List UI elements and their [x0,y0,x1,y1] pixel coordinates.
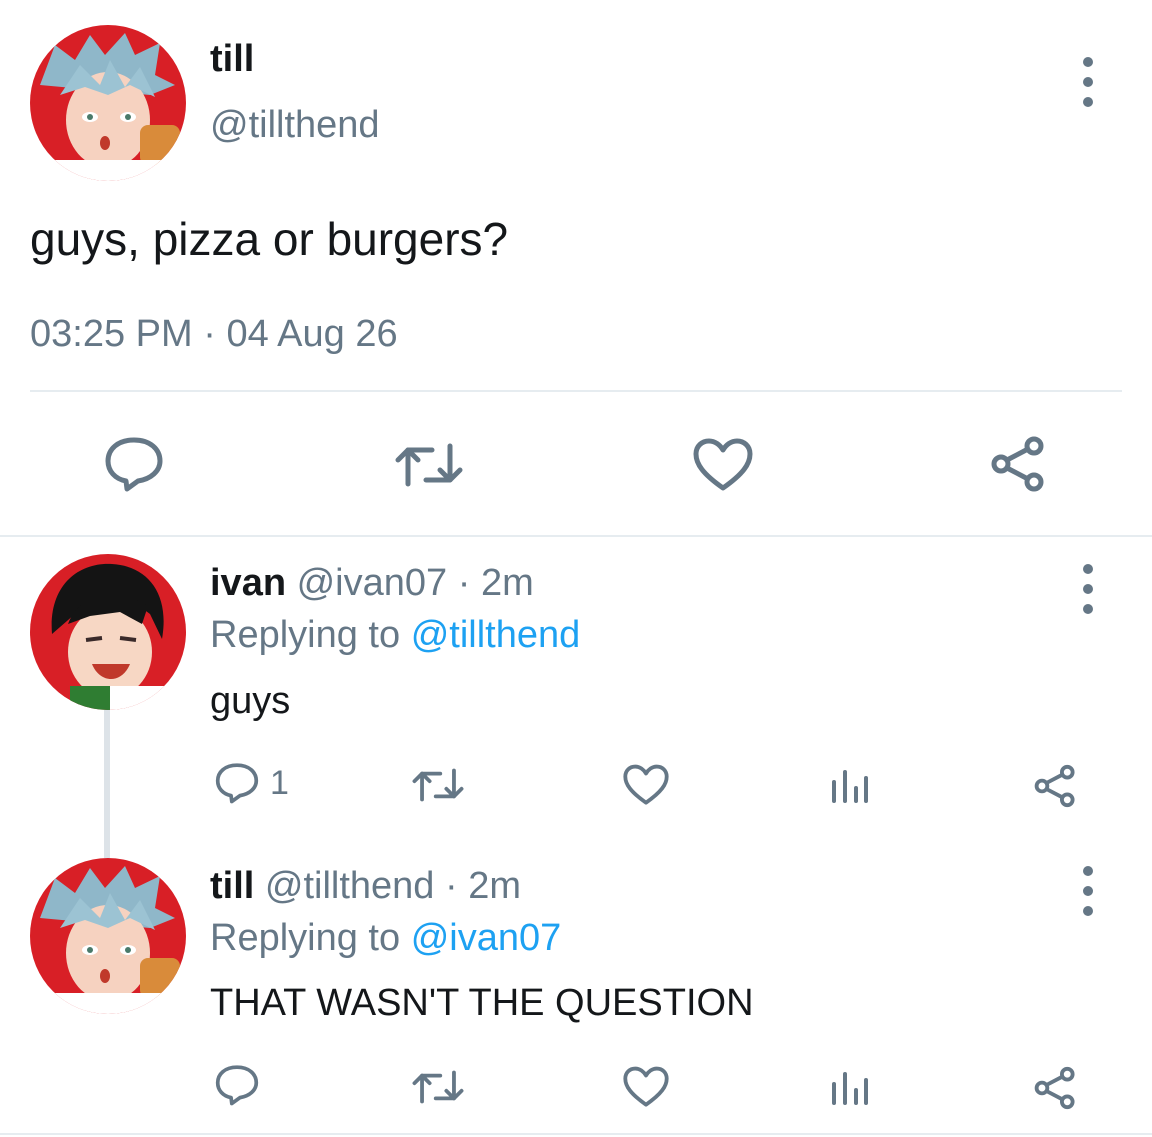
timestamp-separator: · [203,313,216,355]
reply-separator: · [457,562,471,604]
like-icon[interactable] [693,438,753,492]
reply-age: 2m [480,562,534,604]
like-icon[interactable] [623,1066,669,1108]
reply-age: 2m [468,865,522,907]
reply-author-handle[interactable]: @ivan07 [297,562,448,604]
share-icon[interactable] [988,436,1048,492]
bottom-divider [0,1133,1152,1135]
reply-separator: · [445,865,458,907]
retweet-icon[interactable] [411,766,465,804]
more-icon[interactable] [1073,57,1103,107]
reply-text: THAT WASN'T THE QUESTION [210,982,754,1024]
stats-icon[interactable] [830,1070,870,1106]
replying-to-handle[interactable]: @ivan07 [411,917,562,959]
thread-line [104,710,110,858]
share-icon[interactable] [1032,764,1078,808]
reply-avatar-ivan[interactable] [30,554,186,710]
reply-count: 1 [270,764,289,802]
tweet-date: 04 Aug 26 [226,313,398,355]
author-avatar[interactable] [30,25,186,181]
reply-header-till: till @tillthend · 2m [210,865,521,908]
share-icon[interactable] [1032,1066,1078,1110]
reply-text: guys [210,680,291,722]
reply-avatar-till[interactable] [30,858,186,1014]
reply-icon[interactable] [214,1064,260,1106]
reply-author-handle[interactable]: @tillthend [265,865,435,907]
author-handle[interactable]: @tillthend [210,104,380,147]
retweet-icon[interactable] [394,440,464,490]
tweet-timestamp: 03:25 PM · 04 Aug 26 [30,313,398,356]
tweet-text: guys, pizza or burgers? [30,213,509,265]
retweet-icon[interactable] [411,1068,465,1106]
replying-to-line: Replying to @tillthend [210,614,580,657]
divider [30,390,1122,392]
reply-icon[interactable] [103,436,165,492]
reply-header-ivan: ivan @ivan07 · 2m [210,562,534,605]
reply-author-name[interactable]: till [210,865,254,907]
reply-icon[interactable] [214,762,260,804]
replying-to-line: Replying to @ivan07 [210,917,561,960]
tweet-time: 03:25 PM [30,313,193,355]
more-icon[interactable] [1073,866,1103,916]
author-name[interactable]: till [210,38,254,81]
stats-icon[interactable] [830,768,870,804]
more-icon[interactable] [1073,564,1103,614]
replying-to-prefix: Replying to [210,614,401,656]
replying-to-prefix: Replying to [210,917,401,959]
like-icon[interactable] [623,764,669,806]
reply-author-name[interactable]: ivan [210,562,286,604]
replying-to-handle[interactable]: @tillthend [411,614,581,656]
section-divider [0,535,1152,537]
